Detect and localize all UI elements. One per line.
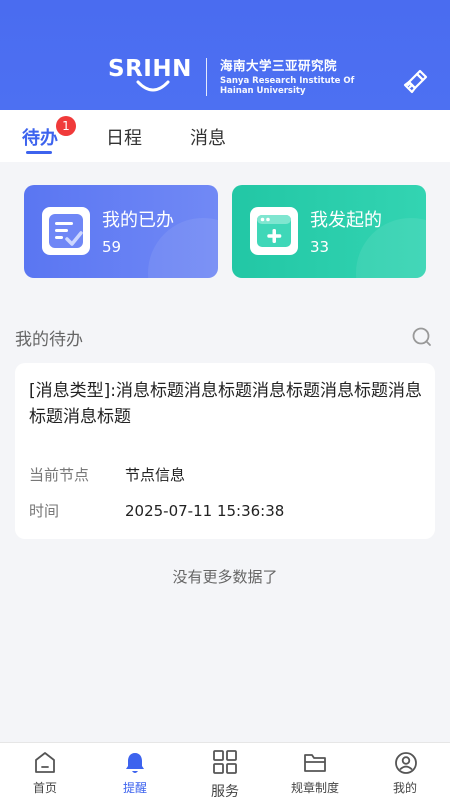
org-name-cn: 海南大学三亚研究院 <box>220 58 338 73</box>
tab-bar: 待办 1 日程 消息 <box>0 110 450 162</box>
nav-services[interactable]: 服务 <box>190 743 260 800</box>
todo-node-row: 当前节点 节点信息 <box>29 464 185 485</box>
folder-icon <box>304 754 326 772</box>
search-icon <box>412 327 431 346</box>
todo-node-value: 节点信息 <box>125 466 186 484</box>
nav-profile-label: 我的 <box>392 781 417 795</box>
done-card[interactable]: 我的已办 59 <box>24 185 218 278</box>
checklist-icon <box>42 207 90 255</box>
user-icon <box>395 752 417 774</box>
tab-active-indicator <box>26 151 52 154</box>
nav-regulations-label: 规章制度 <box>290 781 339 795</box>
smile-icon <box>136 80 170 92</box>
nav-home[interactable]: 首页 <box>10 743 80 800</box>
todo-node-label: 当前节点 <box>29 466 90 484</box>
search-button[interactable] <box>411 326 433 348</box>
initiated-card-title: 我发起的 <box>310 210 382 231</box>
todo-time-row: 时间 2025-07-11 15:36:38 <box>29 500 284 521</box>
bell-icon <box>126 753 144 773</box>
initiated-card-count: 33 <box>310 238 330 256</box>
org-name-en-line2: Hainan University <box>220 86 306 96</box>
home-icon <box>35 752 55 773</box>
nav-reminders-label: 提醒 <box>122 781 147 795</box>
add-window-icon <box>250 207 298 255</box>
clear-button[interactable] <box>401 66 431 96</box>
nav-services-label: 服务 <box>211 784 239 800</box>
logo-divider <box>206 58 207 96</box>
done-card-count: 59 <box>102 238 122 256</box>
nav-reminders[interactable]: 提醒 <box>100 743 170 800</box>
initiated-card[interactable]: 我发起的 33 <box>232 185 426 278</box>
logo-letters: SRIHN <box>108 56 192 82</box>
tab-messages[interactable]: 消息 <box>190 124 226 154</box>
org-name-en-line1: Sanya Research Institute Of <box>220 76 355 86</box>
logo-text: 海南大学三亚研究院 Sanya Research Institute Of Ha… <box>220 56 354 96</box>
nav-regulations[interactable]: 规章制度 <box>280 743 350 800</box>
todo-item-card[interactable]: [消息类型]:消息标题消息标题消息标题消息标题消息标题消息标题 当前节点 节点信息… <box>15 363 435 539</box>
todo-time-label: 时间 <box>29 502 60 520</box>
section-title: 我的待办 <box>15 330 83 350</box>
todo-badge: 1 <box>56 116 76 136</box>
todo-time-value: 2025-07-11 15:36:38 <box>125 502 285 520</box>
no-more-data-text: 没有更多数据了 <box>172 568 278 586</box>
grid-icon <box>213 750 237 774</box>
todo-title: [消息类型]:消息标题消息标题消息标题消息标题消息标题消息标题 <box>29 381 422 427</box>
done-card-title: 我的已办 <box>102 210 174 231</box>
institute-logo: SRIHN 海南大学三亚研究院 Sanya Research Institute… <box>108 56 354 102</box>
nav-profile[interactable]: 我的 <box>370 743 440 800</box>
tab-todo[interactable]: 待办 <box>22 124 58 154</box>
logo-mark: SRIHN <box>108 56 196 98</box>
app-header: SRIHN 海南大学三亚研究院 Sanya Research Institute… <box>0 0 450 110</box>
bottom-nav: 首页 提醒 服务 规章制度 我的 <box>0 742 450 800</box>
tab-schedule[interactable]: 日程 <box>106 124 142 154</box>
brush-icon <box>403 69 428 94</box>
nav-home-label: 首页 <box>32 781 57 795</box>
